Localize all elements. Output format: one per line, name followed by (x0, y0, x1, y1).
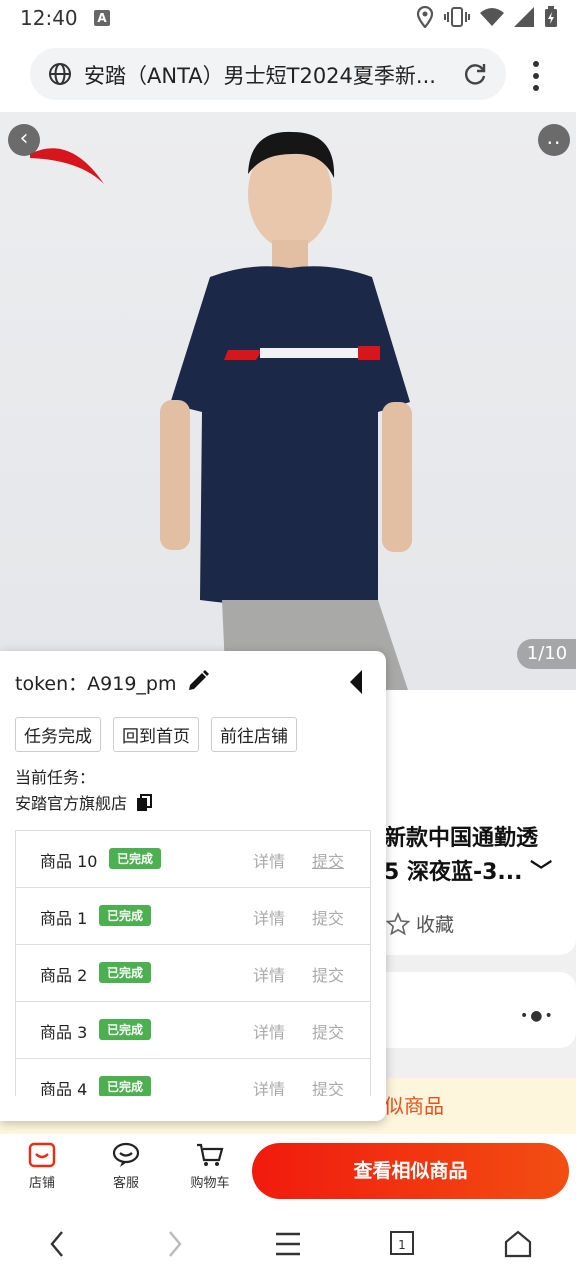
task-complete-button[interactable]: 任务完成 (15, 717, 101, 752)
more-options-icon[interactable]: •●• (520, 1008, 555, 1024)
status-badge: 已完成 (99, 1019, 152, 1040)
back-button[interactable]: ‹ (8, 124, 40, 156)
more-button[interactable]: .. (538, 124, 570, 156)
similar-banner-text: 似商品 (384, 1094, 444, 1118)
product-title-line2: 5 深夜蓝-3... (384, 860, 523, 885)
detail-link[interactable]: 详情 (253, 1076, 285, 1096)
table-row: 商品 10 已完成 详情 提交 (16, 831, 370, 888)
product-title[interactable]: 新款中国通勤透 5 深夜蓝-3... ﹀ (384, 822, 576, 890)
item-name: 商品 10 (40, 852, 98, 871)
chat-icon (112, 1142, 140, 1167)
navigation-bar: 1 (0, 1208, 576, 1280)
service-label: 客服 (112, 1176, 139, 1191)
product-title-line1: 新款中国通勤透 (384, 826, 539, 851)
table-row: 商品 3 已完成 详情 提交 (16, 1002, 370, 1059)
nav-forward-icon[interactable] (154, 1226, 194, 1262)
view-similar-button[interactable]: 查看相似商品 (252, 1143, 569, 1199)
address-bar[interactable]: 安踏（ANTA）男士短T2024夏季新... (30, 48, 506, 100)
star-icon (386, 911, 410, 935)
battery-icon (545, 6, 557, 27)
wifi-icon (480, 8, 504, 26)
task-panel: token：A919_pm 任务完成 回到首页 前往店铺 当前任务： 安踏官方旗… (0, 651, 386, 1121)
table-row: 商品 4 已完成 详情 提交 (16, 1059, 370, 1096)
copy-icon[interactable] (136, 794, 154, 812)
current-task-label: 当前任务： (15, 768, 96, 787)
nav-home-icon[interactable] (498, 1226, 538, 1262)
keyboard-a-icon: A (94, 10, 110, 26)
token-label: token： (15, 673, 88, 695)
table-row: 商品 1 已完成 详情 提交 (16, 888, 370, 945)
detail-link[interactable]: 详情 (253, 1019, 285, 1043)
task-item-list: 商品 10 已完成 详情 提交 商品 1 已完成 详情 提交 商品 2 已完成 详情 提交 商品 3 已完… (15, 830, 371, 1096)
cart-label: 购物车 (190, 1176, 230, 1191)
current-task-value: 安踏官方旗舰店 (15, 794, 128, 813)
submit-link[interactable]: 提交 (312, 1076, 344, 1096)
status-bar: 12:40 A (0, 0, 576, 36)
more-vert-icon[interactable] (524, 58, 548, 94)
submit-link[interactable]: 提交 (312, 962, 344, 986)
cart-icon (197, 1143, 224, 1166)
submit-link[interactable]: 提交 (312, 848, 344, 872)
detail-link[interactable]: 详情 (253, 905, 285, 929)
chevron-down-icon[interactable]: ﹀ (522, 860, 552, 885)
item-name: 商品 1 (40, 909, 88, 928)
edit-pencil-icon[interactable] (186, 669, 210, 693)
globe-icon (49, 63, 71, 85)
svg-text:1: 1 (398, 1238, 406, 1252)
status-time: 12:40 (20, 6, 78, 30)
page-title: 安踏（ANTA）男士短T2024夏季新... (84, 64, 436, 88)
status-badge: 已完成 (99, 1076, 152, 1096)
signal-icon (514, 7, 534, 27)
item-name: 商品 4 (40, 1080, 88, 1096)
store-icon (28, 1142, 56, 1168)
favorite-label: 收藏 (416, 914, 455, 936)
detail-link[interactable]: 详情 (253, 962, 285, 986)
panel-button-row: 任务完成 回到首页 前往店铺 (15, 717, 297, 752)
store-button[interactable]: 店铺 (12, 1142, 72, 1191)
model-photo (30, 131, 412, 690)
bottom-action-bar: 店铺 客服 购物车 查看相似商品 (0, 1134, 576, 1208)
item-name: 商品 2 (40, 966, 88, 985)
service-button[interactable]: 客服 (96, 1142, 156, 1191)
product-image[interactable] (0, 112, 576, 690)
detail-link[interactable]: 详情 (253, 848, 285, 872)
submit-link[interactable]: 提交 (312, 905, 344, 929)
image-counter: 1/10 (517, 639, 576, 669)
item-name: 商品 3 (40, 1023, 88, 1042)
collapse-panel-icon[interactable] (346, 668, 366, 696)
go-store-button[interactable]: 前往店铺 (211, 717, 297, 752)
nav-back-icon[interactable] (38, 1226, 78, 1262)
status-badge: 已完成 (99, 905, 152, 926)
status-badge: 已完成 (109, 848, 162, 869)
vibrate-icon (444, 7, 470, 27)
reload-icon[interactable] (462, 61, 488, 87)
token-value: A919_pm (87, 673, 177, 695)
status-badge: 已完成 (99, 962, 152, 983)
browser-toolbar: 安踏（ANTA）男士短T2024夏季新... (0, 36, 576, 112)
current-task: 当前任务： 安踏官方旗舰店 (15, 765, 154, 817)
favorite-button[interactable]: 收藏 (386, 910, 454, 937)
store-label: 店铺 (28, 1176, 55, 1191)
go-home-button[interactable]: 回到首页 (113, 717, 199, 752)
cart-button[interactable]: 购物车 (180, 1142, 240, 1191)
token-display: token：A919_pm (15, 669, 176, 696)
location-icon (416, 6, 434, 28)
status-icons (416, 6, 558, 28)
submit-link[interactable]: 提交 (312, 1019, 344, 1043)
nav-tabs-icon[interactable]: 1 (382, 1226, 422, 1262)
nav-menu-icon[interactable] (268, 1226, 308, 1262)
table-row: 商品 2 已完成 详情 提交 (16, 945, 370, 1002)
